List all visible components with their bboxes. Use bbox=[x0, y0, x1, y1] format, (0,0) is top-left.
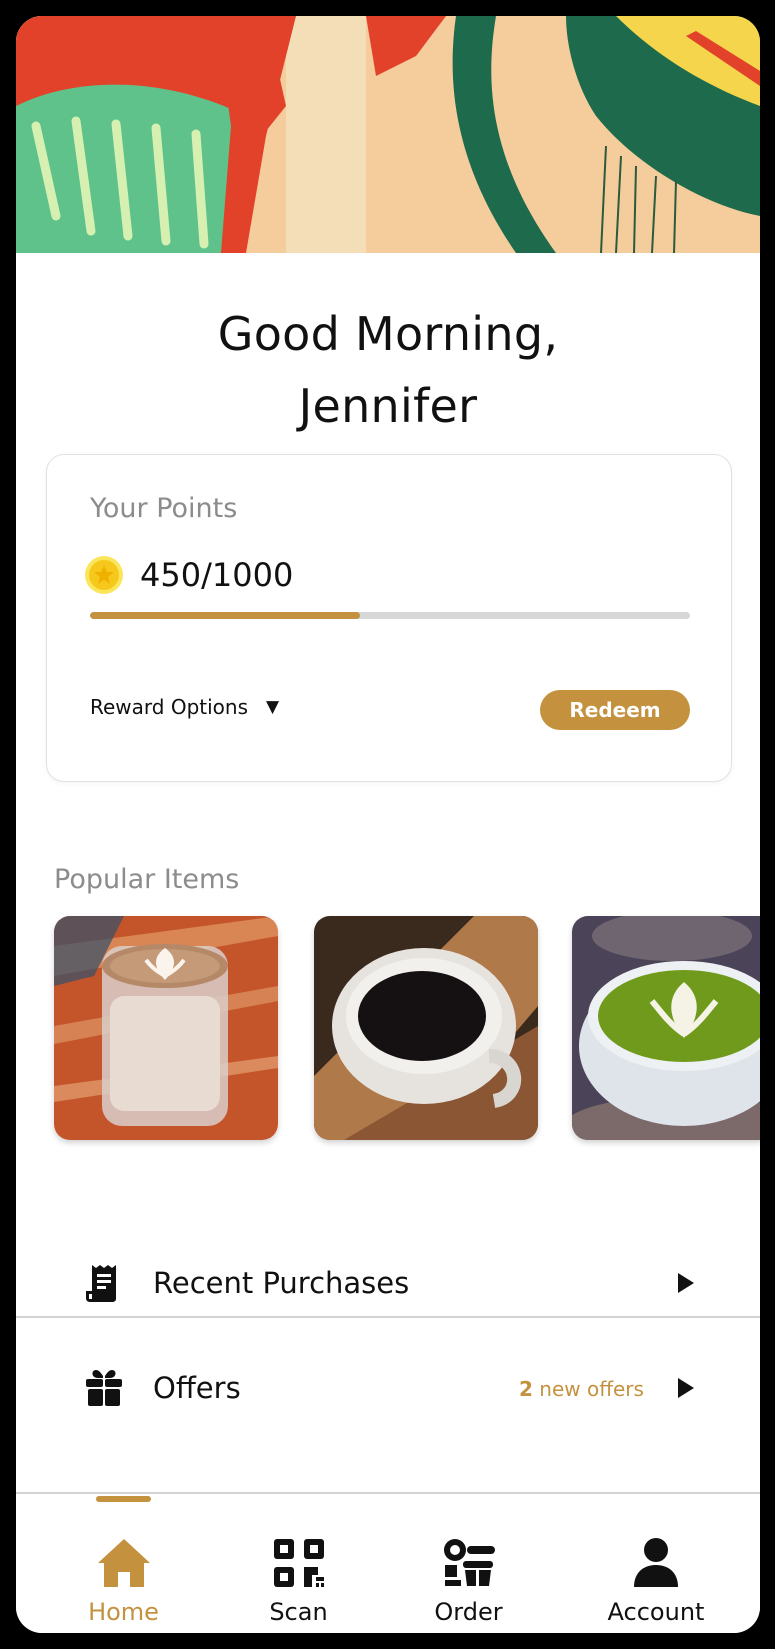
nav-home[interactable]: Home bbox=[56, 1494, 191, 1633]
points-label: Your Points bbox=[90, 493, 238, 524]
chevron-right-icon bbox=[678, 1378, 694, 1398]
nav-account-label: Account bbox=[607, 1598, 705, 1626]
new-offers-badge: 2 new offers bbox=[519, 1374, 644, 1404]
popular-items-carousel[interactable] bbox=[54, 916, 760, 1146]
nav-home-label: Home bbox=[88, 1598, 159, 1626]
popular-item-matcha-latte[interactable] bbox=[572, 916, 760, 1140]
greeting-line-1: Good Morning, bbox=[217, 307, 559, 361]
recent-purchases-row[interactable]: Recent Purchases bbox=[16, 1233, 760, 1333]
greeting-heading: Good Morning, Jennifer bbox=[16, 298, 760, 442]
list-divider bbox=[16, 1316, 760, 1318]
nav-account[interactable]: Account bbox=[576, 1494, 736, 1633]
receipt-icon bbox=[86, 1265, 116, 1302]
nav-order[interactable]: Order bbox=[401, 1494, 536, 1633]
points-progress-bar bbox=[90, 612, 690, 619]
points-value: 450/1000 bbox=[140, 556, 294, 594]
popular-items-title: Popular Items bbox=[54, 864, 240, 895]
nav-order-label: Order bbox=[434, 1598, 503, 1626]
popular-item-black-coffee[interactable] bbox=[314, 916, 538, 1140]
home-icon bbox=[97, 1539, 150, 1587]
bottom-navigation: Home Scan Order Account bbox=[16, 1492, 760, 1633]
offers-label: Offers bbox=[153, 1371, 241, 1405]
offers-row[interactable]: Offers 2 new offers bbox=[16, 1338, 760, 1438]
chevron-right-icon bbox=[678, 1273, 694, 1293]
hero-mural-image bbox=[16, 16, 760, 253]
reward-options-dropdown[interactable]: Reward Options ▼ bbox=[90, 695, 279, 719]
latte-image bbox=[54, 916, 278, 1140]
points-card: Your Points 450/1000 Reward Options ▼ Re… bbox=[46, 454, 732, 782]
gift-icon bbox=[86, 1370, 122, 1406]
qr-code-icon bbox=[273, 1539, 324, 1587]
redeem-button[interactable]: Redeem bbox=[540, 690, 690, 730]
greeting-name: Jennifer bbox=[298, 379, 478, 433]
app-screen: Good Morning, Jennifer Your Points 450/1… bbox=[16, 16, 760, 1633]
nav-scan-label: Scan bbox=[269, 1598, 328, 1626]
nav-scan[interactable]: Scan bbox=[231, 1494, 366, 1633]
person-icon bbox=[634, 1538, 678, 1587]
dropdown-triangle-icon: ▼ bbox=[266, 697, 280, 717]
new-offers-text: new offers bbox=[532, 1377, 644, 1401]
matcha-latte-image bbox=[572, 916, 760, 1140]
order-icon bbox=[443, 1539, 495, 1586]
new-offers-count: 2 bbox=[519, 1377, 533, 1401]
points-progress-fill bbox=[90, 612, 360, 619]
popular-item-latte[interactable] bbox=[54, 916, 278, 1140]
black-coffee-image bbox=[314, 916, 538, 1140]
reward-options-label: Reward Options bbox=[90, 695, 249, 719]
star-coin-icon bbox=[85, 556, 123, 594]
recent-purchases-label: Recent Purchases bbox=[153, 1266, 410, 1300]
